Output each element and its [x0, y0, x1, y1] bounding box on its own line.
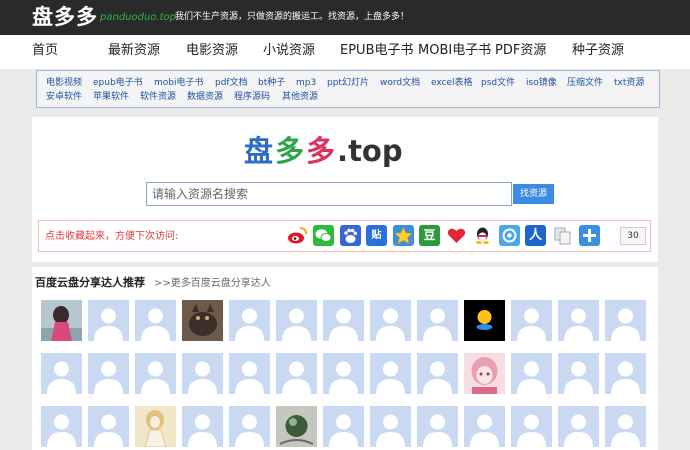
nav-torrents[interactable]: 种子资源: [572, 42, 624, 60]
more-users-link[interactable]: >>更多百度云盘分享达人: [154, 277, 271, 290]
nav-mobi[interactable]: MOBI电子书: [418, 42, 491, 60]
user-avatar[interactable]: [229, 406, 270, 447]
tag-link[interactable]: 压缩文件: [567, 77, 603, 89]
nav-movies[interactable]: 电影资源: [186, 42, 238, 60]
tag-link[interactable]: 其他资源: [282, 91, 318, 103]
tag-link[interactable]: ppt幻灯片: [327, 77, 369, 89]
site-domain[interactable]: panduoduo.top: [100, 12, 176, 24]
user-avatar[interactable]: [417, 353, 458, 394]
search-button[interactable]: 找资源: [513, 184, 554, 204]
user-avatar[interactable]: [370, 300, 411, 341]
user-avatar[interactable]: [323, 300, 364, 341]
weibo-icon[interactable]: [287, 225, 308, 246]
tag-link[interactable]: psd文件: [481, 77, 515, 89]
nav-latest[interactable]: 最新资源: [108, 42, 160, 60]
user-avatar[interactable]: [605, 406, 646, 447]
douban-icon[interactable]: 豆: [419, 225, 440, 246]
user-avatar[interactable]: [135, 300, 176, 341]
qzone-icon[interactable]: [499, 225, 520, 246]
tag-link[interactable]: 软件资源: [140, 91, 176, 103]
user-avatar[interactable]: [605, 353, 646, 394]
user-avatar[interactable]: [135, 406, 176, 447]
tag-link[interactable]: 数据资源: [187, 91, 223, 103]
tag-link[interactable]: excel表格: [431, 77, 473, 89]
nav-novels[interactable]: 小说资源: [263, 42, 315, 60]
search-logo-char: 多: [275, 134, 307, 168]
user-avatar[interactable]: [41, 406, 82, 447]
user-avatar[interactable]: [88, 406, 129, 447]
baidu-icon[interactable]: [340, 225, 361, 246]
copy-icon[interactable]: [552, 225, 573, 246]
user-avatar[interactable]: [229, 300, 270, 341]
user-avatar[interactable]: [464, 300, 505, 341]
user-avatar[interactable]: [417, 406, 458, 447]
nav-home[interactable]: 首页: [32, 42, 58, 60]
nav-epub[interactable]: EPUB电子书: [340, 42, 414, 60]
search-logo-char: 多: [306, 134, 338, 168]
tag-link[interactable]: 苹果软件: [93, 91, 129, 103]
tag-link[interactable]: 程序源码: [234, 91, 270, 103]
category-tags: 电影视频 epub电子书 mobi电子书 pdf文档 bt种子 mp3 ppt幻…: [36, 70, 660, 108]
user-avatar[interactable]: [464, 353, 505, 394]
user-avatar[interactable]: [558, 406, 599, 447]
user-avatar[interactable]: [605, 300, 646, 341]
user-avatar[interactable]: [511, 300, 552, 341]
user-avatar[interactable]: [511, 353, 552, 394]
top-bar: 盘多多 panduoduo.top 我们不生产资源，只做资源的搬运工。找资源，上…: [0, 0, 690, 35]
user-avatar[interactable]: [182, 353, 223, 394]
tag-link[interactable]: epub电子书: [93, 77, 143, 89]
share-label: 点击收藏起来，方便下次访问:: [45, 231, 179, 242]
tag-link[interactable]: mp3: [296, 77, 316, 89]
search-logo: 盘多多.top: [244, 131, 403, 171]
user-avatar[interactable]: [276, 353, 317, 394]
user-avatar[interactable]: [88, 353, 129, 394]
tag-link[interactable]: txt资源: [614, 77, 644, 89]
search-input[interactable]: [146, 182, 512, 206]
search-logo-char: 盘: [244, 134, 276, 168]
search-card: 盘多多.top 找资源 点击收藏起来，方便下次访问: 贴 豆 人: [32, 117, 658, 262]
heart-icon[interactable]: [446, 225, 467, 246]
tag-link[interactable]: bt种子: [258, 77, 285, 89]
search-logo-suffix: .top: [337, 134, 403, 168]
tag-link[interactable]: mobi电子书: [154, 77, 204, 89]
user-avatar[interactable]: [464, 406, 505, 447]
user-avatar[interactable]: [229, 353, 270, 394]
share-users-card: 百度云盘分享达人推荐 >>更多百度云盘分享达人: [32, 267, 658, 450]
user-avatar[interactable]: [558, 300, 599, 341]
tag-link[interactable]: word文档: [380, 77, 420, 89]
wechat-icon[interactable]: [313, 225, 334, 246]
user-avatar[interactable]: [88, 300, 129, 341]
tag-link[interactable]: 电影视频: [46, 77, 82, 89]
user-avatar[interactable]: [370, 406, 411, 447]
share-bar: 点击收藏起来，方便下次访问: 贴 豆 人 30: [38, 220, 651, 252]
user-avatar[interactable]: [417, 300, 458, 341]
qq-icon[interactable]: [472, 225, 493, 246]
renren-icon[interactable]: 人: [525, 225, 546, 246]
user-avatar[interactable]: [511, 406, 552, 447]
user-avatar[interactable]: [135, 353, 176, 394]
user-avatar[interactable]: [323, 406, 364, 447]
tag-link[interactable]: 安卓软件: [46, 91, 82, 103]
user-avatar[interactable]: [182, 300, 223, 341]
favorite-star-icon[interactable]: [393, 225, 414, 246]
user-avatar[interactable]: [323, 353, 364, 394]
tag-link[interactable]: iso镜像: [526, 77, 557, 89]
user-avatar[interactable]: [370, 353, 411, 394]
share-count: 30: [620, 227, 646, 245]
user-avatar[interactable]: [558, 353, 599, 394]
nav-pdf[interactable]: PDF资源: [495, 42, 546, 60]
plus-icon[interactable]: [579, 225, 600, 246]
user-avatar[interactable]: [41, 353, 82, 394]
site-logo[interactable]: 盘多多: [32, 4, 98, 30]
user-avatar[interactable]: [41, 300, 82, 341]
user-avatar[interactable]: [276, 300, 317, 341]
user-avatar[interactable]: [276, 406, 317, 447]
tieba-icon[interactable]: 贴: [366, 225, 387, 246]
tag-link[interactable]: pdf文档: [215, 77, 248, 89]
site-slogan: 我们不生产资源，只做资源的搬运工。找资源，上盘多多！: [175, 12, 410, 22]
user-avatar[interactable]: [182, 406, 223, 447]
users-title: 百度云盘分享达人推荐: [35, 276, 145, 289]
main-nav: 首页 最新资源 电影资源 小说资源 EPUB电子书 MOBI电子书 PDF资源 …: [0, 35, 690, 69]
